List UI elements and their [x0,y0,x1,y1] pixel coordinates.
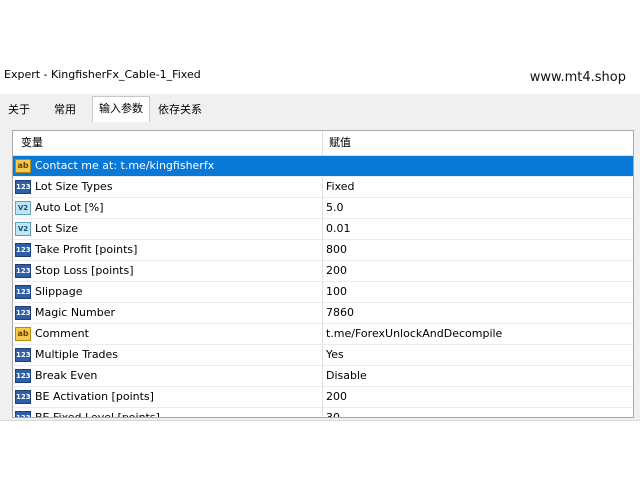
variable-cell[interactable]: ab Comment [13,324,323,344]
string-type-icon: ab [15,159,31,173]
value-cell[interactable]: Disable [323,366,633,386]
watermark-text: www.mt4.shop [529,70,626,85]
variable-cell[interactable]: 123 Take Profit [points] [13,240,323,260]
table-row[interactable]: 123 BE Activation [points] 200 [13,387,633,408]
value-cell[interactable]: 0.01 [323,219,633,239]
top-blank-area [0,0,640,58]
grid-header: 变量 赋值 [13,131,633,156]
table-row[interactable]: V2 Lot Size 0.01 [13,219,633,240]
table-row[interactable]: 123 Multiple Trades Yes [13,345,633,366]
string-type-icon: ab [15,327,31,341]
value-cell[interactable]: 100 [323,282,633,302]
value-cell[interactable]: Fixed [323,177,633,197]
column-header-value[interactable]: 赋值 [323,131,633,155]
column-header-variable[interactable]: 变量 [13,131,323,155]
variable-cell[interactable]: 123 BE Fixed Level [points] [13,408,323,418]
value-cell[interactable]: 800 [323,240,633,260]
integer-type-icon: 123 [15,348,31,362]
variable-name: Comment [35,327,89,340]
value-cell[interactable]: 30 [323,408,633,417]
variable-name: Multiple Trades [35,348,119,361]
table-row[interactable]: 123 Stop Loss [points] 200 [13,261,633,282]
table-row[interactable]: 123 Slippage 100 [13,282,633,303]
value-cell[interactable]: t.me/ForexUnlockAndDecompile [323,324,633,344]
variable-name: Lot Size [35,222,79,235]
variable-cell[interactable]: 123 BE Activation [points] [13,387,323,407]
variable-cell[interactable]: V2 Lot Size [13,219,323,239]
grid-rows: ab Contact me at: t.me/kingfisherfx 123 Lot… [13,156,633,418]
value-cell[interactable]: 5.0 [323,198,633,218]
integer-type-icon: 123 [15,306,31,320]
variable-cell[interactable]: 123 Multiple Trades [13,345,323,365]
variable-cell[interactable]: 123 Magic Number [13,303,323,323]
integer-type-icon: 123 [15,243,31,257]
value-cell[interactable]: 200 [323,261,633,281]
variable-name: BE Activation [points] [35,390,154,403]
integer-type-icon: 123 [15,285,31,299]
variable-name: Lot Size Types [35,180,113,193]
window-title-bar: Expert - KingfisherFx_Cable-1_Fixed www.… [0,58,640,94]
table-row[interactable]: 123 Magic Number 7860 [13,303,633,324]
table-row[interactable]: 123 Lot Size Types Fixed [13,177,633,198]
variable-cell[interactable]: 123 Lot Size Types [13,177,323,197]
variable-name: Slippage [35,285,83,298]
variable-name: Break Even [35,369,98,382]
variable-name: Take Profit [points] [35,243,138,256]
variable-cell[interactable]: ab Contact me at: t.me/kingfisherfx [13,156,323,176]
value-cell[interactable] [323,156,633,176]
tab-bar: 关于 常用 输入参数 依存关系 [0,94,640,123]
tab-dependencies[interactable]: 依存关系 [152,99,208,121]
table-row[interactable]: ab Contact me at: t.me/kingfisherfx [13,156,633,177]
tab-about[interactable]: 关于 [2,99,36,121]
bottom-blank-area [0,421,640,480]
inputs-grid: 变量 赋值 ab Contact me at: t.me/kingfisherfx… [12,130,634,418]
integer-type-icon: 123 [15,411,31,417]
tab-inputs[interactable]: 输入参数 [92,96,150,123]
integer-type-icon: 123 [15,264,31,278]
window-title: Expert - KingfisherFx_Cable-1_Fixed [4,68,201,81]
value-cell[interactable]: 200 [323,387,633,407]
double-type-icon: V2 [15,222,31,236]
value-cell[interactable]: 7860 [323,303,633,323]
integer-type-icon: 123 [15,390,31,404]
variable-name: BE Fixed Level [points] [35,411,160,418]
value-cell[interactable]: Yes [323,345,633,365]
integer-type-icon: 123 [15,369,31,383]
variable-cell[interactable]: 123 Stop Loss [points] [13,261,323,281]
table-row[interactable]: 123 BE Fixed Level [points] 30 [13,408,633,418]
tab-common[interactable]: 常用 [48,99,82,121]
table-row[interactable]: 123 Break Even Disable [13,366,633,387]
variable-name: Auto Lot [%] [35,201,104,214]
table-row[interactable]: 123 Take Profit [points] 800 [13,240,633,261]
variable-cell[interactable]: 123 Break Even [13,366,323,386]
variable-name: Magic Number [35,306,116,319]
inputs-panel: 变量 赋值 ab Contact me at: t.me/kingfisherfx… [0,122,640,421]
table-row[interactable]: ab Comment t.me/ForexUnlockAndDecompile [13,324,633,345]
table-row[interactable]: V2 Auto Lot [%] 5.0 [13,198,633,219]
variable-name: Contact me at: t.me/kingfisherfx [35,159,215,172]
variable-cell[interactable]: 123 Slippage [13,282,323,302]
double-type-icon: V2 [15,201,31,215]
integer-type-icon: 123 [15,180,31,194]
variable-cell[interactable]: V2 Auto Lot [%] [13,198,323,218]
variable-name: Stop Loss [points] [35,264,134,277]
